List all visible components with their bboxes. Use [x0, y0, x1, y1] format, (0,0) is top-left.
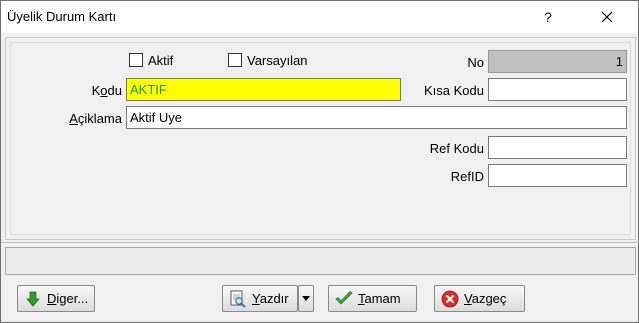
- kodu-input[interactable]: AKTIF: [126, 78, 401, 101]
- check-icon: [335, 290, 353, 308]
- divider: [1, 242, 639, 243]
- yazdir-button[interactable]: Yazdır: [222, 285, 298, 312]
- arrow-down-icon: [24, 290, 42, 308]
- cancel-icon: [441, 290, 459, 308]
- close-button[interactable]: [584, 1, 630, 33]
- aciklama-label: Açiklama: [69, 111, 122, 126]
- ref-id-label: RefID: [450, 169, 484, 184]
- no-field: 1: [488, 50, 627, 73]
- chevron-down-icon: [302, 296, 310, 301]
- no-label: No: [467, 55, 484, 70]
- title-bar: Üyelik Durum Kartı ?: [1, 1, 638, 33]
- vazgec-button[interactable]: Vazgeç: [434, 285, 525, 312]
- kisa-kodu-label: Kısa Kodu: [424, 83, 484, 98]
- status-bar: [5, 247, 636, 275]
- kisa-kodu-input[interactable]: [488, 78, 627, 101]
- ref-kodu-label: Ref Kodu: [429, 141, 484, 156]
- help-button[interactable]: ?: [525, 1, 571, 33]
- yazdir-dropdown-button[interactable]: [298, 285, 314, 312]
- aktif-label: Aktif: [148, 53, 174, 68]
- close-icon: [601, 11, 613, 23]
- ref-id-input[interactable]: [488, 164, 627, 187]
- aciklama-input[interactable]: Aktif Uye: [126, 106, 627, 129]
- window-title: Üyelik Durum Kartı: [7, 9, 117, 24]
- dialog-window: Üyelik Durum Kartı ? Aktif Varsayılan No…: [0, 0, 639, 323]
- ref-kodu-input[interactable]: [488, 136, 627, 159]
- aktif-checkbox[interactable]: [129, 53, 143, 67]
- print-preview-icon: [229, 290, 247, 308]
- diger-button[interactable]: Diger...: [17, 285, 95, 312]
- tamam-button[interactable]: Tamam: [328, 285, 417, 312]
- kodu-label: Kodu: [91, 83, 122, 98]
- varsayilan-label: Varsayılan: [247, 53, 308, 68]
- varsayilan-checkbox[interactable]: [228, 53, 242, 67]
